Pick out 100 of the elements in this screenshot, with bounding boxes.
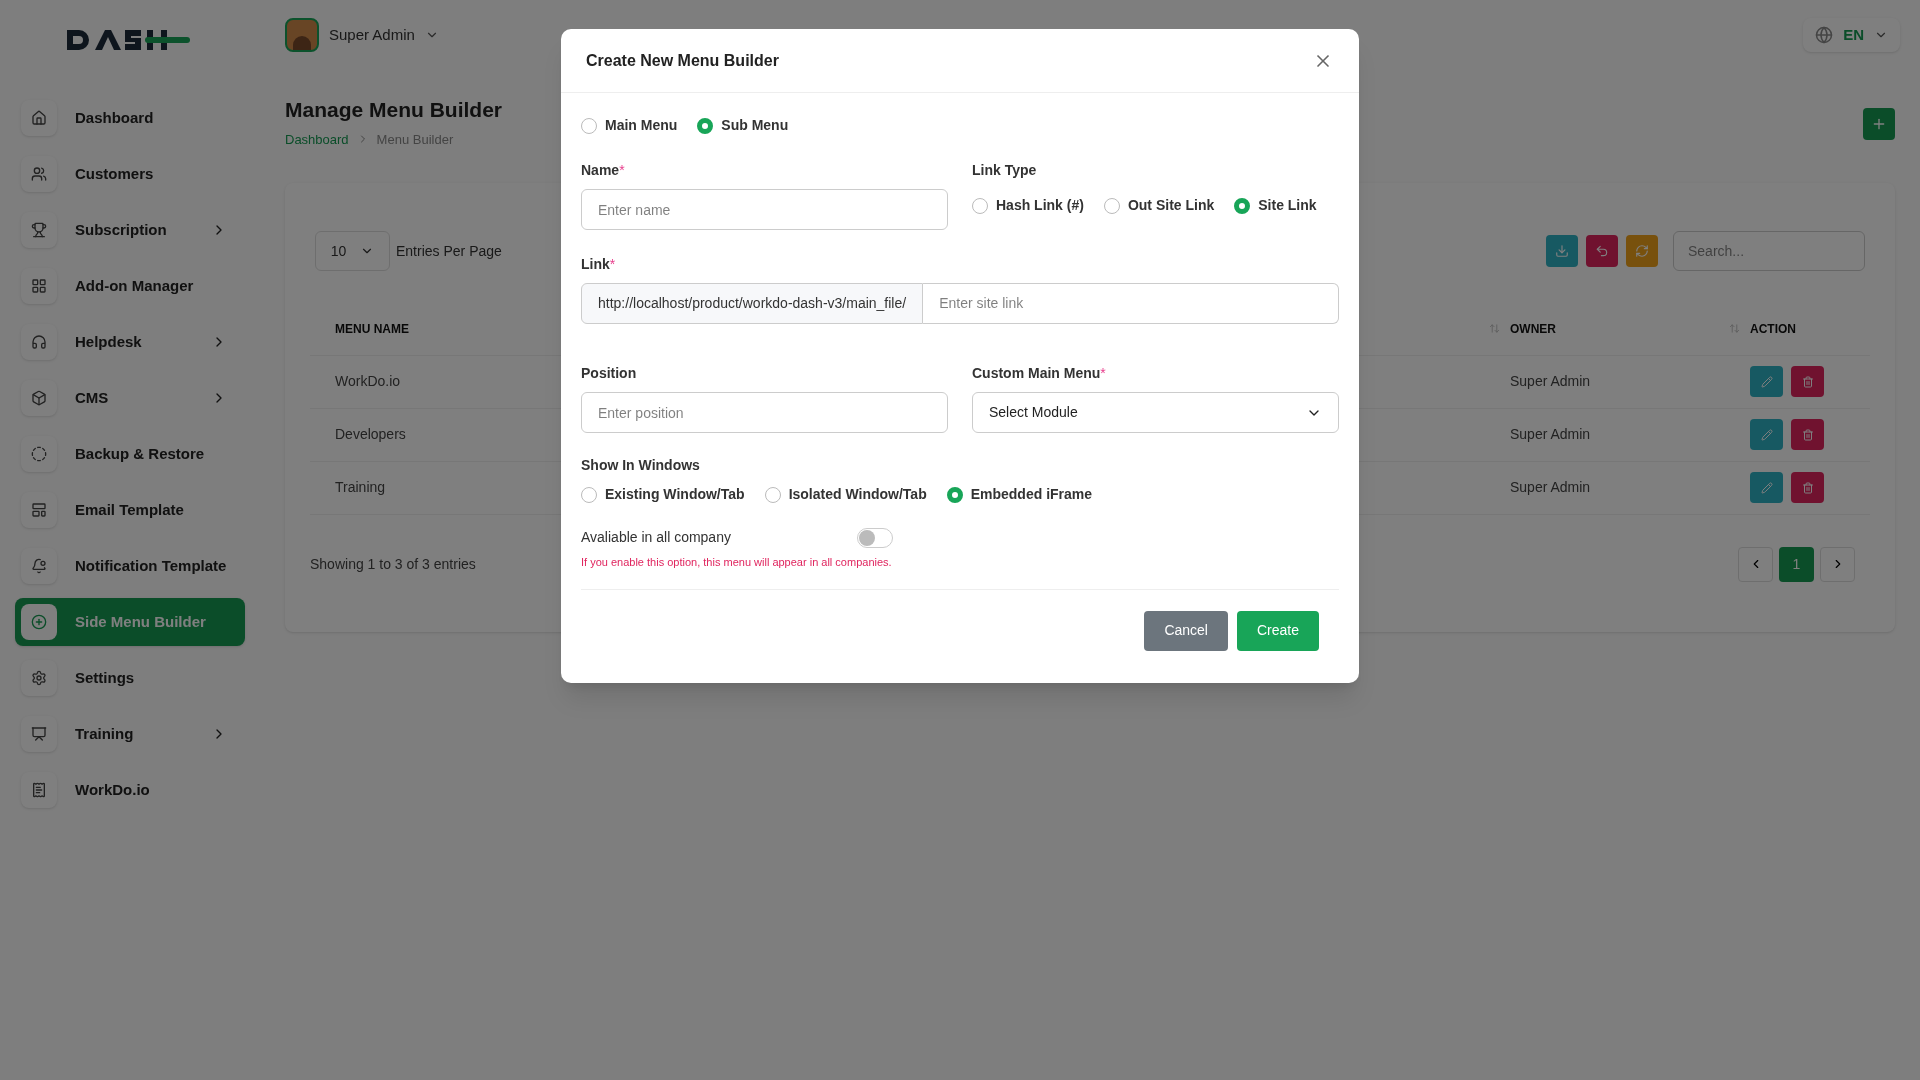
download-button[interactable] [1546, 235, 1578, 267]
table-cell: Super Admin [1510, 426, 1591, 442]
hint-text: If you enable this option, this menu will appear in all companies. [581, 555, 893, 570]
download-icon [1555, 244, 1569, 258]
create-button[interactable]: Create [1236, 610, 1319, 651]
sidebar-label: Training [75, 723, 135, 744]
sidebar-item[interactable]: Subscription [15, 206, 245, 254]
radio-button[interactable] [1234, 197, 1251, 214]
sidebar-label: Settings [75, 667, 136, 688]
radio-option[interactable]: Out Site Link [1103, 195, 1215, 216]
table-cell: Training [335, 479, 386, 495]
name-field[interactable]: Enter name [581, 189, 948, 230]
table-cell: Super Admin [1510, 373, 1591, 389]
sidebar-item[interactable]: Side Menu Builder [15, 598, 245, 646]
breadcrumb-link[interactable]: Dashboard [285, 129, 349, 149]
delete-button[interactable] [1791, 366, 1824, 397]
sidebar-label: Subscription [75, 219, 168, 240]
pencil-icon [1760, 428, 1773, 441]
next-page-button[interactable] [1820, 546, 1855, 582]
delete-button[interactable] [1791, 472, 1824, 503]
board-icon [31, 726, 47, 742]
receipt-icon [31, 782, 47, 798]
entries-select[interactable]: 10 [315, 231, 390, 271]
page-title: Manage Menu Builder [285, 97, 503, 123]
table-cell: Super Admin [1510, 479, 1591, 495]
settings-icon [31, 670, 47, 686]
template-icon [31, 502, 47, 518]
refresh-button[interactable] [1626, 235, 1658, 267]
cancel-button[interactable]: Cancel [1144, 610, 1228, 651]
trash-icon [1801, 481, 1814, 494]
pencil-icon [1760, 375, 1773, 388]
radio-button[interactable] [972, 197, 988, 214]
edit-button[interactable] [1750, 472, 1783, 503]
sidebar-item[interactable]: Helpdesk [15, 318, 245, 366]
avatar [285, 18, 319, 52]
undo-icon [1595, 244, 1609, 258]
edit-button[interactable] [1750, 419, 1783, 450]
pencil-icon [1760, 481, 1773, 494]
radio-option[interactable]: Existing Window/Tab [581, 484, 745, 505]
add-button[interactable] [1863, 108, 1895, 140]
trash-icon [1801, 428, 1814, 441]
position-field[interactable]: Enter position [581, 392, 948, 433]
sidebar-item[interactable]: Notification Template [15, 542, 245, 590]
toggle-switch[interactable] [857, 527, 893, 548]
users-icon [31, 166, 47, 182]
radio-option[interactable]: Embedded iFrame [946, 484, 1093, 505]
sidebar-item[interactable]: Training [15, 710, 245, 758]
sidebar-label: Add-on Manager [75, 275, 195, 296]
sidebar-item[interactable]: Email Template [15, 486, 245, 534]
sidebar-label: Customers [75, 163, 155, 184]
user-menu[interactable]: Super Admin [285, 18, 439, 52]
plus-circle-icon [31, 614, 47, 630]
home-icon [31, 110, 47, 126]
delete-button[interactable] [1791, 419, 1824, 450]
table-cell: WorkDo.io [335, 373, 401, 389]
search-field[interactable]: Search... [1673, 231, 1865, 271]
radio-button[interactable] [697, 117, 714, 134]
field-label: Position [581, 364, 637, 383]
link-prefix: http://localhost/product/workdo-dash-v3/main_file/ [581, 283, 924, 324]
table-cell: Developers [335, 426, 406, 442]
radio-button[interactable] [764, 486, 781, 503]
radio-option[interactable]: Main Menu [581, 115, 678, 136]
language-selector[interactable]: EN [1803, 17, 1900, 53]
radio-button[interactable] [1103, 197, 1120, 214]
cube-icon [31, 390, 47, 406]
sidebar-item[interactable]: Settings [15, 654, 245, 702]
radio-option[interactable]: Isolated Window/Tab [764, 484, 927, 505]
page-button[interactable]: 1 [1779, 546, 1814, 582]
sort-icon[interactable] [1489, 323, 1500, 335]
sidebar-item[interactable]: Add-on Manager [15, 262, 245, 310]
required-mark: * [1100, 364, 1106, 383]
site-link-field[interactable]: Enter site link [923, 283, 1339, 324]
column-header: ACTION [1750, 320, 1796, 338]
column-header: OWNER [1510, 320, 1556, 338]
radio-button[interactable] [946, 486, 963, 503]
field-label: Show In Windows [581, 456, 700, 475]
grid-icon [31, 278, 47, 294]
breadcrumb-current: Menu Builder [376, 130, 454, 149]
sidebar-item[interactable]: Dashboard [15, 94, 245, 142]
sidebar-item[interactable]: Customers [15, 150, 245, 198]
sidebar-label: Backup & Restore [75, 443, 206, 464]
trash-icon [1801, 375, 1814, 388]
radio-option[interactable]: Hash Link (#) [972, 195, 1084, 216]
sort-icon[interactable] [1729, 323, 1740, 335]
radio-button[interactable] [581, 486, 597, 503]
radio-button[interactable] [581, 117, 597, 134]
sidebar-label: Email Template [75, 499, 185, 520]
field-label: Name [581, 161, 620, 180]
radio-option[interactable]: Sub Menu [697, 115, 789, 136]
trophy-icon [31, 222, 47, 238]
notification-icon [31, 558, 47, 574]
sidebar-label: Notification Template [75, 555, 228, 576]
sidebar-item[interactable]: CMS [15, 374, 245, 422]
sidebar-item[interactable]: Backup & Restore [15, 430, 245, 478]
module-select[interactable]: Select Module [972, 392, 1339, 433]
radio-option[interactable]: Site Link [1234, 195, 1317, 216]
undo-button[interactable] [1586, 235, 1618, 267]
sidebar-item[interactable]: WorkDo.io [15, 766, 245, 814]
previous-page-button[interactable] [1738, 546, 1773, 582]
edit-button[interactable] [1750, 366, 1783, 397]
